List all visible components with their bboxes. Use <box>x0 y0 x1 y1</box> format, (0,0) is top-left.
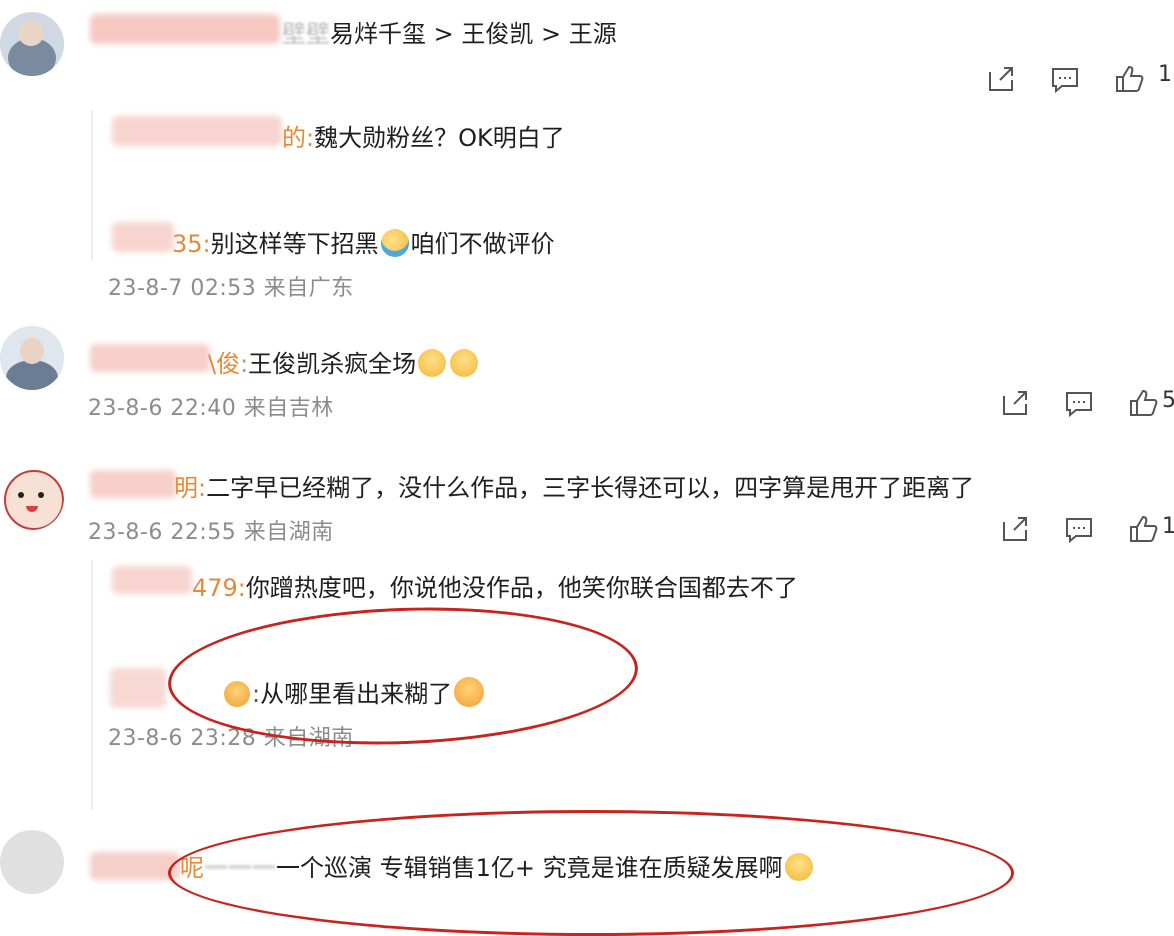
username-fragment[interactable]: 壁壁 <box>282 20 330 48</box>
share-icon[interactable] <box>1000 388 1030 418</box>
username-blurred[interactable] <box>90 470 176 498</box>
like-icon[interactable] <box>1114 64 1144 94</box>
avatar[interactable] <box>0 12 64 76</box>
like-icon[interactable] <box>1128 388 1158 418</box>
reply-item: 35:别这样等下招黑 咱们不做评价 <box>172 224 555 259</box>
reply-item: 479:你蹭热度吧，你说他没作品，他笑你联合国都去不了 <box>192 568 798 603</box>
username-blurred[interactable] <box>112 566 192 594</box>
avatar[interactable] <box>0 326 64 390</box>
username[interactable]: 明: <box>174 474 206 502</box>
timestamp: 23-8-6 22:55 来自湖南 <box>88 520 334 545</box>
reply-text: 你蹭热度吧，你说他没作品，他笑你联合国都去不了 <box>245 574 798 602</box>
comment-text: 王俊凯杀疯全场 <box>248 350 417 378</box>
username[interactable]: \俊: <box>208 350 248 378</box>
username-blurred[interactable] <box>90 852 180 880</box>
comment-icon[interactable] <box>1064 514 1094 544</box>
like-count: 5 <box>1162 388 1174 413</box>
reply-thread-line <box>91 560 93 810</box>
reply-text: 别这样等下招黑 <box>210 230 379 258</box>
username-blurred[interactable] <box>110 668 166 708</box>
like-count: 1( <box>1158 62 1174 87</box>
laughing-crying-emoji-icon <box>418 349 447 377</box>
highlight-ellipse <box>168 810 1014 936</box>
comment-icon[interactable] <box>1064 388 1094 418</box>
username-blurred[interactable] <box>90 344 210 372</box>
reply-username[interactable]: 的: <box>282 124 314 152</box>
like-count: 1 <box>1162 514 1174 539</box>
highlight-ellipse <box>165 599 641 753</box>
laughing-crying-emoji-icon <box>450 349 479 377</box>
comment-body: 壁壁易烊千玺 > 王俊凯 > 王源 <box>282 14 617 49</box>
comment-text: 易烊千玺 > 王俊凯 > 王源 <box>330 20 617 48</box>
reply-text: 咱们不做评价 <box>410 230 555 258</box>
reply-username[interactable]: 479: <box>192 574 246 602</box>
comment-body: 明:二字早已经糊了，没什么作品，三字长得还可以，四字算是甩开了距离了 <box>174 468 974 503</box>
avatar[interactable] <box>0 830 64 894</box>
avatar[interactable] <box>0 466 64 530</box>
like-icon[interactable] <box>1128 514 1158 544</box>
crying-emoji-icon <box>380 229 409 257</box>
reply-item: 的:魏大勋粉丝？OK明白了 <box>282 118 565 153</box>
share-icon[interactable] <box>986 64 1016 94</box>
timestamp: 23-8-6 22:40 来自吉林 <box>88 396 334 421</box>
comment-text: 二字早已经糊了，没什么作品，三字长得还可以，四字算是甩开了距离了 <box>206 474 975 502</box>
reply-text: 魏大勋粉丝？OK明白了 <box>314 124 565 152</box>
username-blurred[interactable] <box>112 116 282 146</box>
reply-thread-line <box>91 110 93 260</box>
comment-icon[interactable] <box>1050 64 1080 94</box>
username-blurred[interactable] <box>112 222 174 252</box>
comment-body: \俊:王俊凯杀疯全场 <box>208 344 480 379</box>
reply-username[interactable]: 35: <box>172 230 211 258</box>
share-icon[interactable] <box>1000 514 1030 544</box>
timestamp: 23-8-7 02:53 来自广东 <box>108 276 354 301</box>
username-blurred[interactable] <box>90 14 280 44</box>
